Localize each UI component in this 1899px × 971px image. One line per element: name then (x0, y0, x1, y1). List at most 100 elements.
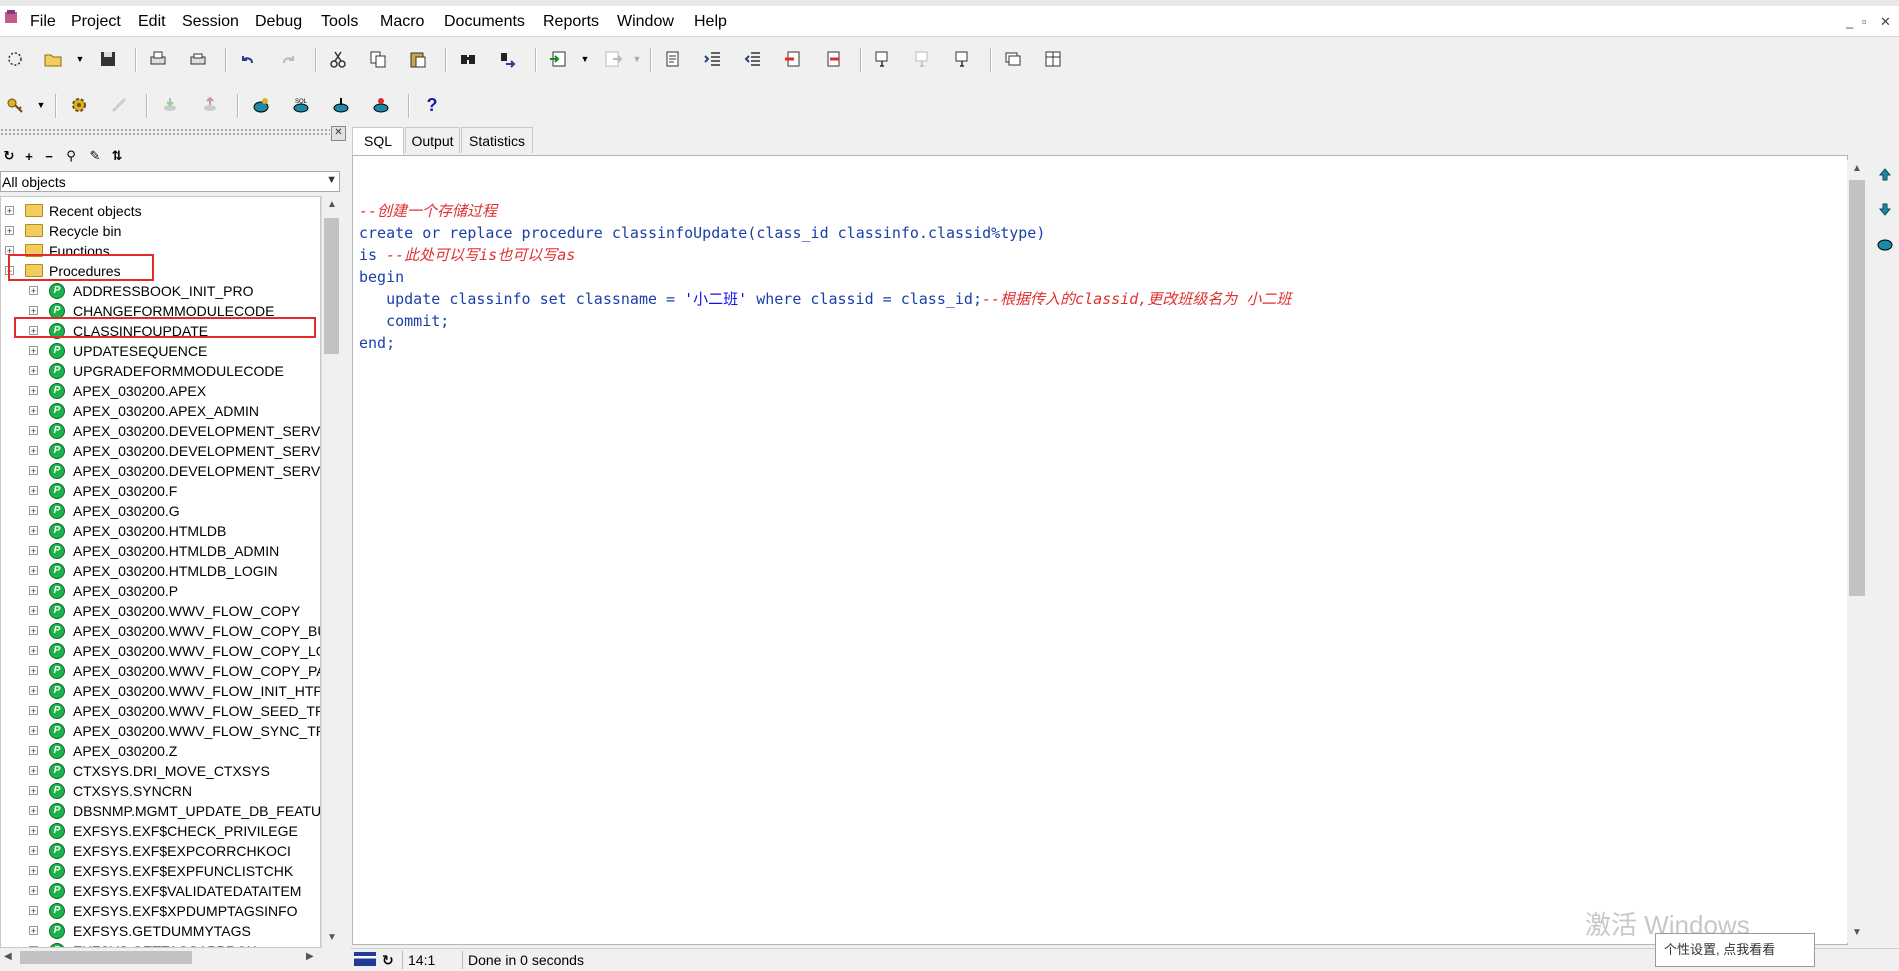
expand-icon[interactable]: + (29, 346, 38, 356)
tree-procedure-item[interactable]: +PEXFSYS.GETTAGSAPPROX (1, 941, 320, 947)
expand-icon[interactable]: + (29, 306, 38, 316)
menu-file[interactable]: File (30, 14, 56, 30)
execute-dropdown-icon[interactable]: ▼ (580, 46, 590, 72)
menu-session[interactable]: Session (182, 14, 239, 30)
expand-icon[interactable]: + (29, 806, 38, 816)
expand-icon[interactable]: + (29, 906, 38, 916)
save-icon[interactable] (95, 46, 121, 72)
window-list-icon[interactable] (1040, 46, 1066, 72)
expand-icon[interactable]: + (29, 606, 38, 616)
tree-procedure-item[interactable]: + P APEX_030200.WWV_FLOW_COPY_BU (1, 621, 320, 641)
tab-sql[interactable]: SQL (352, 127, 404, 155)
tree-procedure-item[interactable]: + P APEX_030200.WWV_FLOW_INIT_HTP (1, 681, 320, 701)
tree-procedure-item[interactable]: + P EXFSYS.EXF$EXPFUNCLISTCHK (1, 861, 320, 881)
redo-icon[interactable] (275, 46, 301, 72)
print-icon[interactable] (145, 46, 171, 72)
expand-icon[interactable]: + (29, 446, 38, 456)
close-icon[interactable]: ✕ (1880, 14, 1891, 30)
restore-icon[interactable]: ▫ (1862, 14, 1867, 29)
find-next-icon[interactable] (495, 46, 521, 72)
execute-icon[interactable] (545, 46, 571, 72)
menu-window[interactable]: Window (617, 14, 674, 30)
sql-editor[interactable]: --创建一个存储过程 create or replace procedure cl… (352, 155, 1848, 945)
find-icon[interactable] (455, 46, 481, 72)
expand-icon[interactable]: + (29, 926, 38, 936)
tree-procedure-item[interactable]: + P EXFSYS.EXF$EXPCORRCHKOCI (1, 841, 320, 861)
expand-icon[interactable]: + (29, 506, 38, 516)
expand-icon[interactable]: + (29, 766, 38, 776)
object-filter-select[interactable]: All objects ▼ (0, 171, 340, 192)
key-icon[interactable] (2, 92, 28, 118)
tree-procedure-item[interactable]: + P CTXSYS.DRI_MOVE_CTXSYS (1, 761, 320, 781)
sql-code[interactable]: --创建一个存储过程 create or replace procedure cl… (359, 200, 1291, 354)
unindent-icon[interactable] (740, 46, 766, 72)
tree-procedure-item[interactable]: + P APEX_030200.APEX_ADMIN (1, 401, 320, 421)
tree-procedure-item[interactable]: + P APEX_030200.HTMLDB_ADMIN (1, 541, 320, 561)
menu-debug[interactable]: Debug (255, 14, 302, 30)
menu-reports[interactable]: Reports (543, 14, 599, 30)
explain-icon[interactable] (870, 46, 896, 72)
expand-icon[interactable]: + (29, 546, 38, 556)
db-execute-icon[interactable] (248, 92, 274, 118)
break-icon[interactable] (106, 92, 132, 118)
panel-grip[interactable] (0, 128, 330, 136)
undo-icon[interactable] (235, 46, 261, 72)
tree-folder[interactable]: + Recent objects (1, 201, 320, 221)
arrow-down-icon[interactable] (1872, 196, 1898, 222)
tree-procedure-item[interactable]: + P ADDRESSBOOK_INIT_PRO (1, 281, 320, 301)
expand-icon[interactable]: + (29, 786, 38, 796)
expand-icon[interactable]: + (29, 406, 38, 416)
tree-procedure-item[interactable]: + P UPGRADEFORMMODULECODE (1, 361, 320, 381)
tree-procedure-item[interactable]: + P APEX_030200.DEVELOPMENT_SERVIC (1, 421, 320, 441)
tree-procedure-item[interactable]: + P EXFSYS.EXF$CHECK_PRIVILEGE (1, 821, 320, 841)
explain-plan-icon[interactable] (950, 46, 976, 72)
comment-icon[interactable] (780, 46, 806, 72)
tree-procedure-item[interactable]: + P APEX_030200.DEVELOPMENT_SERVIC (1, 441, 320, 461)
tree-procedure-item[interactable]: + P APEX_030200.WWV_FLOW_COPY_PA (1, 661, 320, 681)
tree-procedure-item[interactable]: + P APEX_030200.Z (1, 741, 320, 761)
db-sql-icon[interactable]: SQL (288, 92, 314, 118)
explain-disabled-icon[interactable] (910, 46, 936, 72)
tree-procedure-item[interactable]: + P APEX_030200.WWV_FLOW_COPY (1, 601, 320, 621)
window-icon[interactable] (1000, 46, 1026, 72)
tree-procedure-item[interactable]: + P EXFSYS.EXF$VALIDATEDATAITEM (1, 881, 320, 901)
tree-procedure-item[interactable]: + P APEX_030200.WWV_FLOW_SEED_TR (1, 701, 320, 721)
tree-procedure-item[interactable]: + P APEX_030200.P (1, 581, 320, 601)
db-disabled-icon[interactable] (157, 92, 183, 118)
expand-icon[interactable]: + (29, 386, 38, 396)
filter-icon[interactable]: ✎ (86, 146, 104, 166)
expand-icon[interactable]: + (29, 706, 38, 716)
editor-vertical-scrollbar[interactable]: ▲ ▼ (1847, 160, 1867, 943)
menu-help[interactable]: Help (694, 14, 727, 30)
menu-edit[interactable]: Edit (138, 14, 166, 30)
expand-icon[interactable]: + (5, 226, 14, 236)
arrow-up-icon[interactable] (1872, 162, 1898, 188)
help-icon[interactable]: ? (419, 92, 445, 118)
tree-procedure-item[interactable]: + P CTXSYS.SYNCRN (1, 781, 320, 801)
expand-icon[interactable]: + (29, 746, 38, 756)
panel-close-icon[interactable]: ✕ (331, 126, 346, 141)
expand-icon[interactable]: + (29, 726, 38, 736)
expand-icon[interactable]: + (29, 286, 38, 296)
tree-vertical-scrollbar[interactable]: ▲ ▼ (321, 196, 341, 948)
document-icon[interactable] (660, 46, 686, 72)
refresh-status-icon[interactable]: ↻ (382, 951, 394, 969)
expand-icon[interactable]: + (29, 466, 38, 476)
expand-icon[interactable]: + (5, 206, 14, 216)
cut-icon[interactable] (325, 46, 351, 72)
tree-procedure-item[interactable]: + P APEX_030200.DEVELOPMENT_SERVIC (1, 461, 320, 481)
expand-icon[interactable]: + (29, 366, 38, 376)
menu-tools[interactable]: Tools (321, 14, 358, 30)
expand-icon[interactable]: + (29, 686, 38, 696)
tree-scroll-thumb[interactable] (324, 218, 339, 354)
expand-icon[interactable]: + (29, 666, 38, 676)
expand-icon[interactable]: + (29, 426, 38, 436)
remove-icon[interactable]: − (40, 146, 58, 166)
tree-procedure-item[interactable]: + P APEX_030200.APEX (1, 381, 320, 401)
tab-output[interactable]: Output (405, 127, 460, 153)
sort-icon[interactable]: ⇅ (108, 146, 126, 166)
tree-procedure-item[interactable]: + P APEX_030200.HTMLDB (1, 521, 320, 541)
expand-icon[interactable]: + (29, 526, 38, 536)
tree-procedure-item[interactable]: + P APEX_030200.F (1, 481, 320, 501)
expand-icon[interactable]: + (29, 566, 38, 576)
